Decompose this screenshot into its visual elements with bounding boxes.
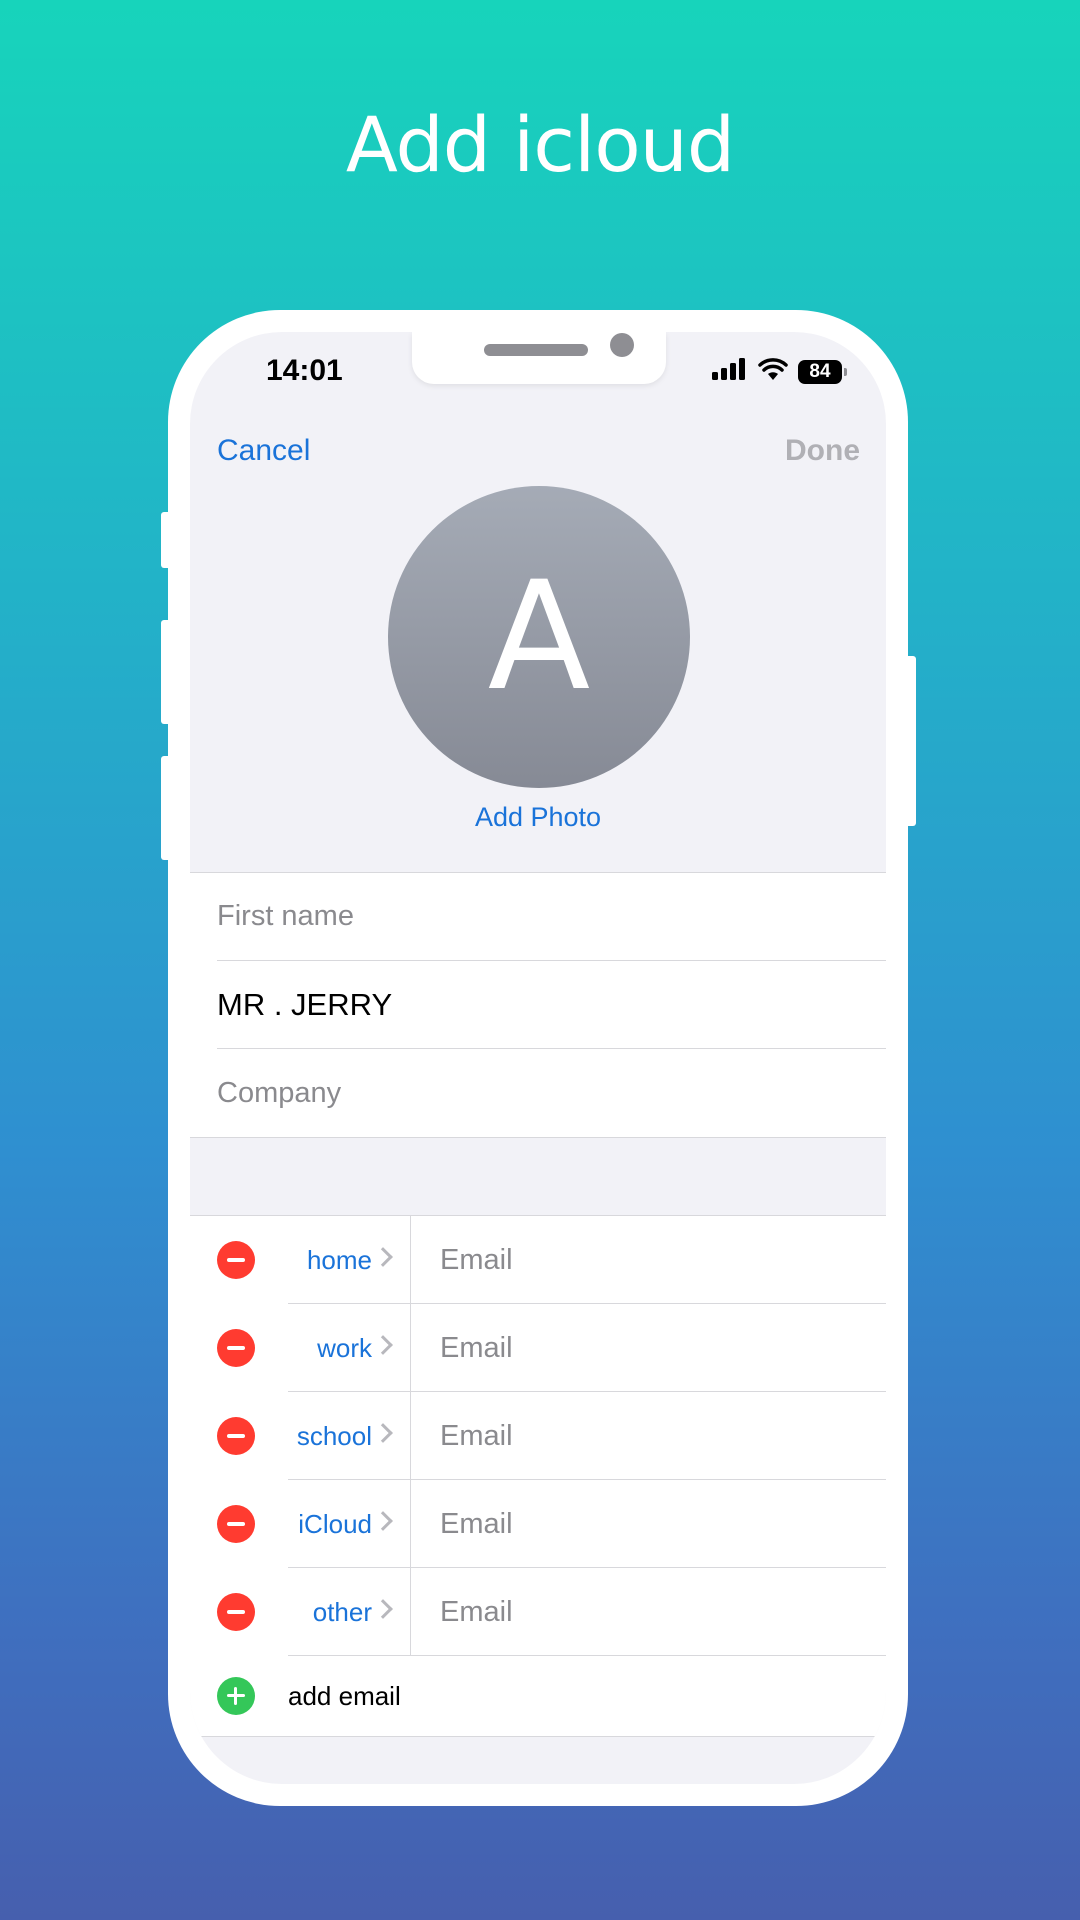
add-photo-button[interactable]: Add Photo bbox=[190, 802, 886, 833]
remove-email-icon[interactable] bbox=[217, 1505, 255, 1543]
notch bbox=[412, 332, 666, 384]
add-email-icon[interactable] bbox=[217, 1677, 255, 1715]
divider bbox=[410, 1392, 411, 1480]
volume-up-button bbox=[161, 620, 170, 724]
email-input[interactable]: Email bbox=[440, 1392, 513, 1480]
status-icons: 84 bbox=[712, 358, 847, 385]
email-label-picker[interactable]: work bbox=[288, 1304, 398, 1392]
status-time: 14:01 bbox=[266, 354, 343, 387]
headline: Add icloud bbox=[345, 100, 735, 189]
divider bbox=[410, 1216, 411, 1304]
remove-email-icon[interactable] bbox=[217, 1329, 255, 1367]
email-label-picker[interactable]: home bbox=[288, 1216, 398, 1304]
chevron-right-icon bbox=[373, 1247, 393, 1267]
chevron-right-icon bbox=[373, 1511, 393, 1531]
cellular-signal-icon bbox=[712, 358, 748, 385]
speaker bbox=[484, 344, 588, 356]
email-row-home: home Email bbox=[190, 1216, 886, 1304]
chevron-right-icon bbox=[373, 1599, 393, 1619]
email-label-text: work bbox=[317, 1332, 372, 1363]
divider bbox=[410, 1304, 411, 1392]
email-label-text: school bbox=[296, 1420, 372, 1451]
last-name-field[interactable]: MR . JERRY bbox=[217, 961, 886, 1049]
email-label-text: iCloud bbox=[298, 1508, 372, 1539]
company-field[interactable]: Company bbox=[217, 1049, 886, 1137]
remove-email-icon[interactable] bbox=[217, 1241, 255, 1279]
done-button[interactable]: Done bbox=[785, 434, 860, 468]
email-input[interactable]: Email bbox=[440, 1304, 513, 1392]
email-input[interactable]: Email bbox=[440, 1216, 513, 1304]
email-label-picker[interactable]: school bbox=[288, 1392, 398, 1480]
email-row-work: work Email bbox=[190, 1304, 886, 1392]
wifi-icon bbox=[758, 358, 788, 385]
email-input[interactable]: Email bbox=[440, 1480, 513, 1568]
email-label-picker[interactable]: other bbox=[288, 1568, 398, 1656]
phone-screen: 14:01 84 Cancel Done A Add Photo First n… bbox=[190, 332, 886, 1784]
first-name-field[interactable]: First name bbox=[217, 873, 886, 961]
email-label-text: other bbox=[312, 1596, 372, 1627]
email-row-school: school Email bbox=[190, 1392, 886, 1480]
camera bbox=[610, 333, 634, 357]
chevron-right-icon bbox=[373, 1423, 393, 1443]
avatar-initial: A bbox=[487, 550, 591, 724]
volume-down-button bbox=[161, 756, 170, 860]
cancel-button[interactable]: Cancel bbox=[217, 434, 310, 468]
email-row-icloud: iCloud Email bbox=[190, 1480, 886, 1568]
remove-email-icon[interactable] bbox=[217, 1417, 255, 1455]
power-button bbox=[906, 656, 916, 826]
email-label-text: home bbox=[306, 1244, 372, 1275]
divider bbox=[410, 1480, 411, 1568]
add-email-row[interactable]: add email bbox=[190, 1656, 886, 1736]
remove-email-icon[interactable] bbox=[217, 1593, 255, 1631]
email-input[interactable]: Email bbox=[440, 1568, 513, 1656]
mute-switch bbox=[161, 512, 170, 568]
email-label-picker[interactable]: iCloud bbox=[288, 1480, 398, 1568]
add-email-label: add email bbox=[288, 1680, 401, 1711]
avatar[interactable]: A bbox=[388, 486, 690, 788]
battery-icon: 84 bbox=[798, 359, 847, 384]
chevron-right-icon bbox=[373, 1335, 393, 1355]
name-fields-group: First name MR . JERRY Company bbox=[190, 872, 886, 1138]
email-row-other: other Email bbox=[190, 1568, 886, 1656]
divider bbox=[410, 1568, 411, 1656]
email-fields-group: home Email work Email school Email iClou… bbox=[190, 1215, 886, 1737]
